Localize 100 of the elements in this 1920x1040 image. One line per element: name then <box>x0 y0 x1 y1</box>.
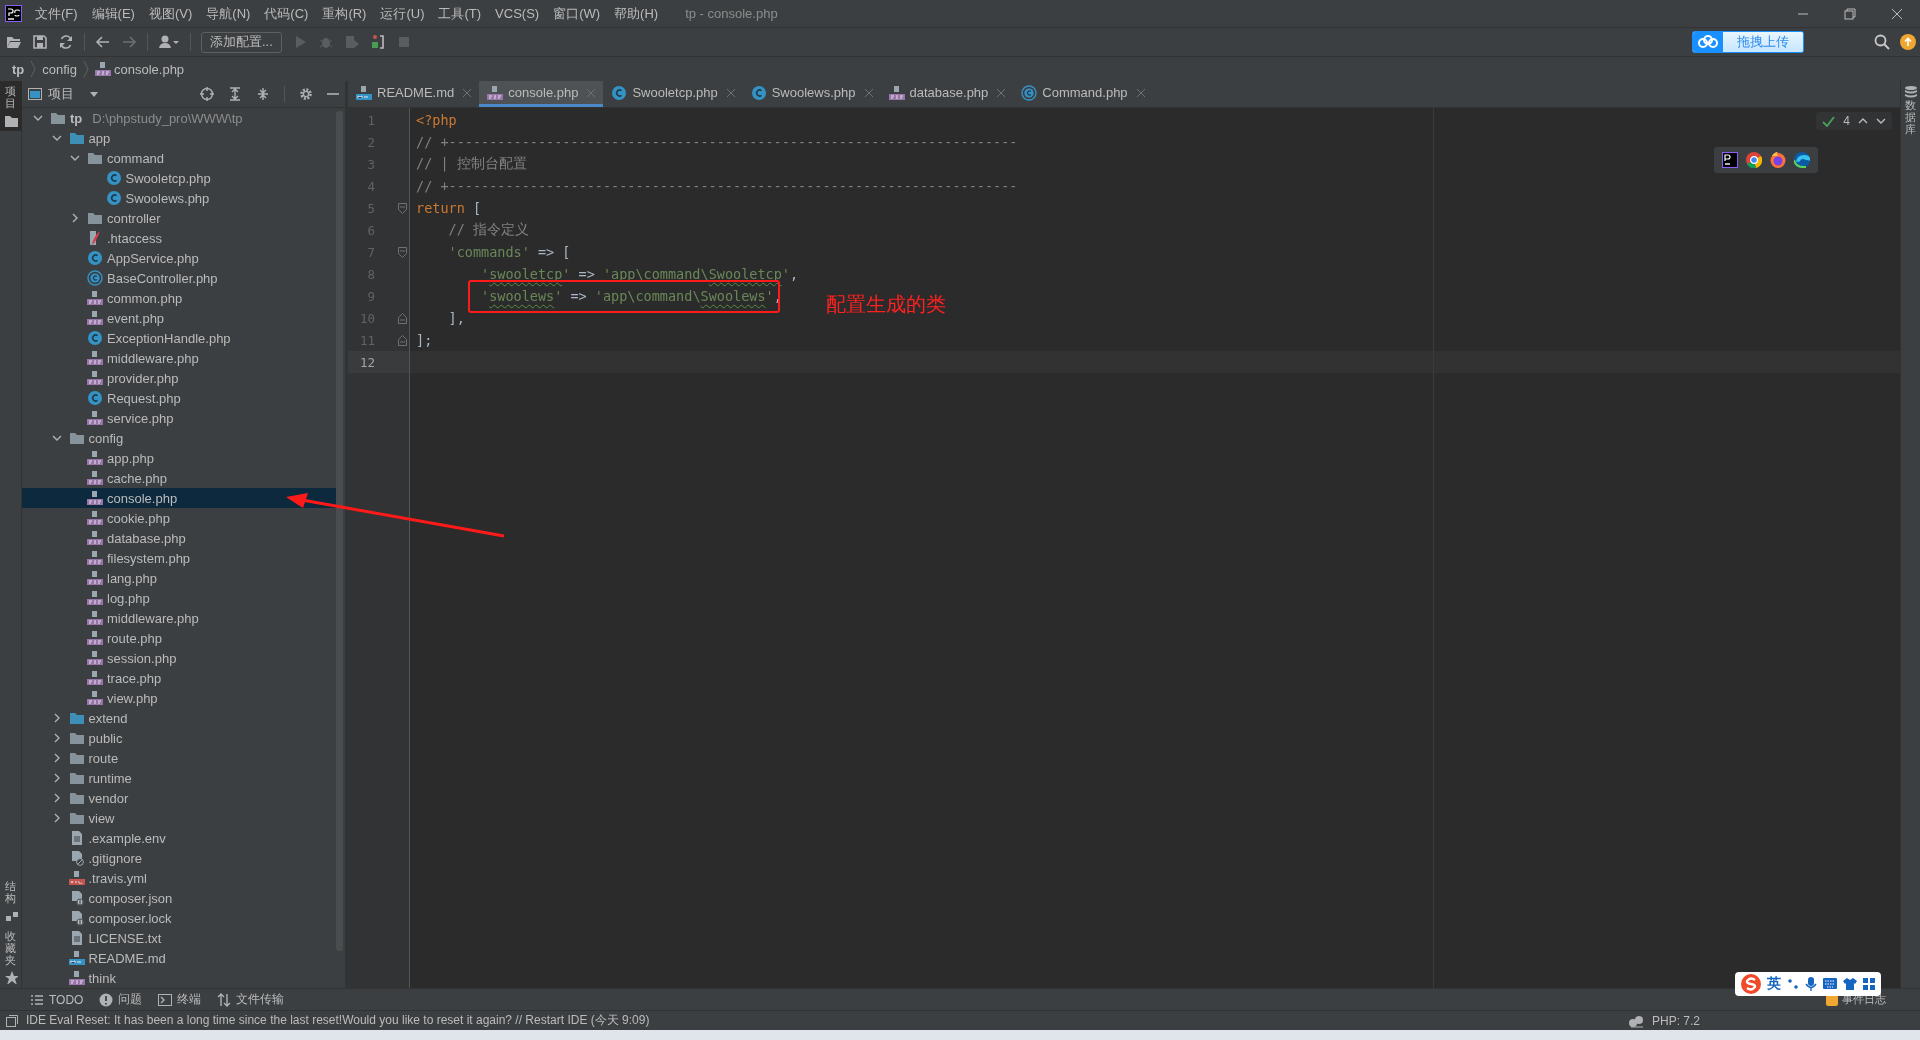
tree-item[interactable]: view <box>22 808 340 828</box>
tool-window-tab[interactable]: 问题 <box>99 991 143 1008</box>
menu-item[interactable]: 编辑(E) <box>84 3 142 24</box>
keyboard-icon[interactable] <box>1823 978 1837 990</box>
tool-window-tab[interactable]: TODO <box>30 992 84 1007</box>
menu-item[interactable]: 重构(R) <box>315 3 374 24</box>
tree-item[interactable]: .example.env <box>22 828 340 848</box>
chevron-down-icon[interactable] <box>33 113 43 123</box>
back-arrow-icon[interactable] <box>95 34 111 50</box>
profiler-icon[interactable] <box>369 34 386 50</box>
breadcrumb-item[interactable]: tp <box>12 61 25 77</box>
tree-item[interactable]: event.php <box>22 308 340 328</box>
tree-item[interactable]: tp D:\phpstudy_pro\WWW\tp <box>22 108 340 128</box>
search-icon[interactable] <box>1874 34 1890 50</box>
menu-item[interactable]: 窗口(W) <box>546 3 608 24</box>
shirt-icon[interactable] <box>1843 978 1857 990</box>
menu-item[interactable]: 文件(F) <box>28 3 85 24</box>
tree-item[interactable]: runtime <box>22 768 340 788</box>
tree-item[interactable]: middleware.php <box>22 348 340 368</box>
tree-item[interactable]: ExceptionHandle.php <box>22 328 340 348</box>
tree-item[interactable]: log.php <box>22 588 340 608</box>
tree-item[interactable]: vendor <box>22 788 340 808</box>
tree-item[interactable]: route <box>22 748 340 768</box>
microphone-icon[interactable] <box>1805 977 1817 991</box>
menu-item[interactable]: 帮助(H) <box>607 3 666 24</box>
chevron-right-icon[interactable] <box>70 213 80 223</box>
fold-marker-icon[interactable] <box>398 312 407 324</box>
browser-icon[interactable] <box>1770 152 1786 168</box>
tree-item[interactable]: .travis.yml <box>22 868 340 888</box>
tree-item[interactable]: public <box>22 728 340 748</box>
editor-tab[interactable]: Swoolews.php <box>742 81 881 107</box>
tree-item[interactable]: view.php <box>22 688 340 708</box>
tree-item[interactable]: cookie.php <box>22 508 340 528</box>
user-dropdown-icon[interactable] <box>158 34 180 50</box>
chevron-up-icon[interactable] <box>1858 118 1868 124</box>
tree-item[interactable]: cache.php <box>22 468 340 488</box>
menu-item[interactable]: 视图(V) <box>141 3 200 24</box>
fold-marker-icon[interactable] <box>398 334 407 346</box>
tree-item[interactable]: Swooletcp.php <box>22 168 340 188</box>
status-message[interactable]: IDE Eval Reset: It has been a long time since the last reset!Would you like to reset it again? // Restart IDE (今天 9:09) <box>26 1012 650 1029</box>
settings-icon[interactable] <box>299 87 313 101</box>
expand-all-icon[interactable] <box>228 87 242 101</box>
chevron-down-icon[interactable] <box>70 153 80 163</box>
breadcrumb-item[interactable]: config <box>42 61 77 77</box>
php-version[interactable]: PHP: 7.2 <box>1651 1013 1700 1028</box>
close-icon[interactable] <box>1890 7 1903 20</box>
tool-window-button[interactable]: 收藏夹 <box>0 925 22 988</box>
save-icon[interactable] <box>32 34 48 50</box>
tree-item[interactable]: README.md <box>22 948 340 968</box>
breadcrumb-item[interactable]: console.php <box>95 61 185 77</box>
tree-item[interactable]: filesystem.php <box>22 548 340 568</box>
tree-item[interactable]: composer.json <box>22 888 340 908</box>
browser-icon[interactable] <box>1746 152 1762 168</box>
tree-item[interactable]: config <box>22 428 340 448</box>
tool-window-tab[interactable]: 终端 <box>158 991 202 1008</box>
tree-item[interactable]: app.php <box>22 448 340 468</box>
tree-item[interactable]: AppService.php <box>22 248 340 268</box>
tree-item[interactable]: service.php <box>22 408 340 428</box>
menu-item[interactable]: 导航(N) <box>199 3 258 24</box>
tree-item[interactable]: .htaccess <box>22 228 340 248</box>
tree-item[interactable]: lang.php <box>22 568 340 588</box>
collapse-all-icon[interactable] <box>256 87 270 101</box>
tool-window-button[interactable]: 数据库 <box>1903 85 1918 136</box>
fold-marker-icon[interactable] <box>398 246 407 258</box>
update-icon[interactable] <box>1900 34 1916 50</box>
tree-item[interactable]: trace.php <box>22 668 340 688</box>
editor-tab[interactable]: Command.php <box>1013 81 1153 107</box>
upload-button[interactable]: 拖拽上传 <box>1692 31 1804 53</box>
tree-item[interactable]: database.php <box>22 528 340 548</box>
tree-item[interactable]: controller <box>22 208 340 228</box>
menu-item[interactable]: 运行(U) <box>373 3 432 24</box>
open-folder-icon[interactable] <box>6 34 22 50</box>
editor-tab[interactable]: README.md <box>348 81 480 107</box>
tree-item[interactable]: Swoolews.php <box>22 188 340 208</box>
tool-window-button[interactable]: 结构 <box>0 875 22 926</box>
tree-item[interactable]: extend <box>22 708 340 728</box>
menu-item[interactable]: 代码(C) <box>257 3 316 24</box>
tree-item[interactable]: .gitignore <box>22 848 340 868</box>
ime-logo-icon[interactable] <box>1741 974 1761 994</box>
grid-icon[interactable] <box>1863 978 1875 990</box>
tree-item[interactable]: LICENSE.txt <box>22 928 340 948</box>
chevron-down-icon[interactable] <box>51 433 62 443</box>
menu-item[interactable]: 工具(T) <box>431 3 489 24</box>
tree-item[interactable]: think <box>22 968 340 988</box>
sync-icon[interactable] <box>58 34 74 50</box>
tree-item[interactable]: route.php <box>22 628 340 648</box>
tool-window-button[interactable]: 项目 <box>0 81 22 132</box>
tree-item[interactable]: BaseController.php <box>22 268 340 288</box>
browser-icon[interactable] <box>1794 152 1810 168</box>
tree-item[interactable]: session.php <box>22 648 340 668</box>
tree-item[interactable]: provider.php <box>22 368 340 388</box>
editor-tab[interactable]: Swooletcp.php <box>603 81 743 107</box>
ide-logo-icon[interactable] <box>1722 152 1738 168</box>
tree-item[interactable]: app <box>22 128 340 148</box>
crosshair-icon[interactable] <box>200 87 214 101</box>
editor-tab[interactable]: console.php <box>479 81 604 107</box>
menu-item[interactable]: VCS(S) <box>488 3 547 24</box>
restore-icon[interactable] <box>1843 7 1856 20</box>
input-mode-button[interactable]: 英 <box>1767 975 1781 993</box>
tree-item[interactable]: composer.lock <box>22 908 340 928</box>
